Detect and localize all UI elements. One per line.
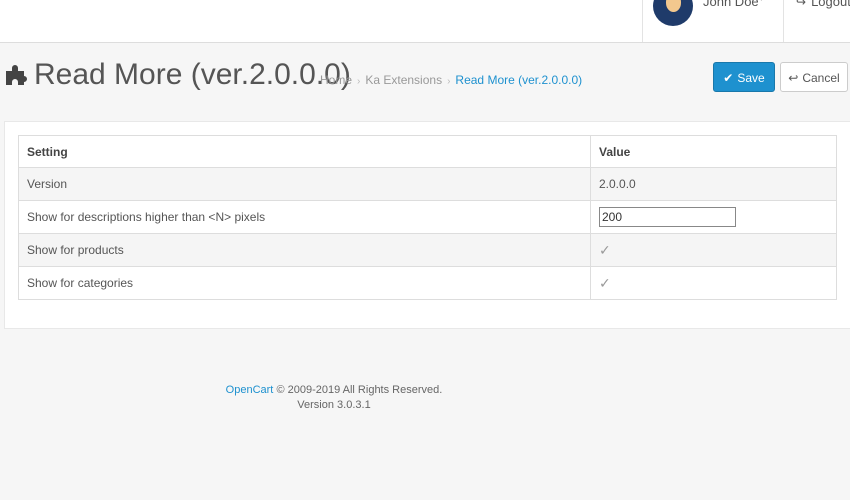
setting-label: Show for categories: [18, 266, 591, 300]
column-header-value: Value: [590, 135, 837, 168]
products-checkbox[interactable]: ✓: [599, 242, 611, 258]
breadcrumb-ka-extensions[interactable]: Ka Extensions: [365, 73, 442, 87]
puzzle-icon: [6, 65, 27, 85]
breadcrumb: Home › Ka Extensions › Read More (ver.2.0.0.…: [320, 73, 582, 87]
sign-out-icon: ↪: [796, 0, 807, 9]
footer: OpenCart © 2009-2019 All Rights Reserved…: [170, 383, 498, 413]
reply-icon: ↩: [788, 71, 799, 85]
breadcrumb-separator-icon: ›: [357, 76, 361, 87]
user-menu[interactable]: John Doe ▾: [642, 0, 784, 42]
table-row: Version 2.0.0.0: [18, 167, 837, 201]
footer-copyright-line: OpenCart © 2009-2019 All Rights Reserved…: [170, 383, 498, 398]
avatar: [653, 0, 693, 26]
column-header-setting: Setting: [18, 135, 591, 168]
value-cell: ✓: [590, 233, 837, 267]
save-button[interactable]: ✔ Save: [713, 62, 775, 92]
breadcrumb-current[interactable]: Read More (ver.2.0.0.0): [455, 73, 582, 87]
setting-label: Show for products: [18, 233, 591, 267]
check-circle-icon: ✔: [723, 71, 734, 85]
logout-link[interactable]: ↪ Logout: [796, 0, 850, 9]
settings-panel: Setting Value Version 2.0.0.0 Show for d…: [4, 121, 850, 329]
table-row: Show for descriptions higher than <N> pi…: [18, 200, 837, 234]
value-cell: [590, 200, 837, 234]
table-row: Show for products ✓: [18, 233, 837, 267]
settings-table: Setting Value Version 2.0.0.0 Show for d…: [18, 135, 837, 300]
breadcrumb-separator-icon: ›: [447, 76, 451, 87]
setting-label: Show for descriptions higher than <N> pi…: [18, 200, 591, 234]
categories-checkbox[interactable]: ✓: [599, 275, 611, 291]
setting-label: Version: [18, 167, 591, 201]
table-row: Show for categories ✓: [18, 266, 837, 300]
breadcrumb-home[interactable]: Home: [320, 73, 352, 87]
copyright-text: © 2009-2019 All Rights Reserved.: [276, 384, 443, 396]
opencart-link[interactable]: OpenCart: [226, 384, 274, 396]
user-name: John Doe: [703, 0, 759, 9]
version-value: 2.0.0.0: [590, 167, 837, 201]
value-cell: ✓: [590, 266, 837, 300]
logout-label: Logout: [811, 0, 850, 9]
min-height-input[interactable]: [599, 207, 736, 227]
footer-version: Version 3.0.3.1: [297, 399, 371, 411]
save-label: Save: [737, 71, 765, 85]
cancel-button[interactable]: ↩ Cancel: [780, 62, 848, 92]
chevron-down-icon: ▾: [759, 0, 764, 4]
cancel-label: Cancel: [802, 71, 840, 85]
table-header-row: Setting Value: [18, 135, 837, 168]
top-header: John Doe ▾ ↪ Logout: [0, 0, 850, 43]
page-title: Read More (ver.2.0.0.0): [34, 58, 351, 91]
